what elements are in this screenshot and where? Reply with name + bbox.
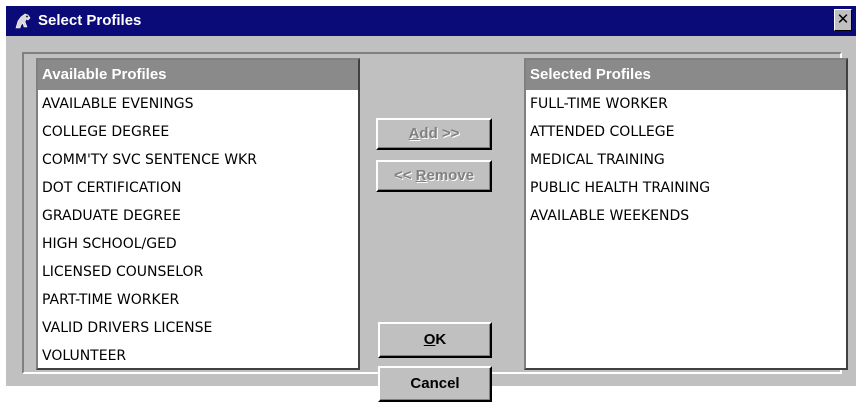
remove-mnemonic: R <box>415 167 427 184</box>
cancel-button[interactable]: Cancel <box>378 366 492 402</box>
list-item[interactable]: ATTENDED COLLEGE <box>526 118 846 146</box>
list-item[interactable]: FULL-TIME WORKER <box>526 90 846 118</box>
horse-app-icon <box>13 11 33 31</box>
list-item[interactable]: PUBLIC HEALTH TRAINING <box>526 174 846 202</box>
ok-label: K <box>435 331 447 348</box>
list-item[interactable]: COMM'TY SVC SENTENCE WKR <box>38 146 358 174</box>
select-profiles-dialog: Select Profiles ✕ Available Profiles AVA… <box>0 0 856 402</box>
ok-button[interactable]: OK <box>378 322 492 358</box>
available-profiles-header: Available Profiles <box>38 60 358 90</box>
dialog-client-area: Available Profiles AVAILABLE EVENINGS CO… <box>6 36 856 402</box>
list-item[interactable]: HIGH SCHOOL/GED <box>38 230 358 258</box>
list-item[interactable]: AVAILABLE WEEKENDS <box>526 202 846 230</box>
selected-profiles-header: Selected Profiles <box>526 60 846 90</box>
list-item[interactable]: VALID DRIVERS LICENSE <box>38 314 358 342</box>
remove-prefix: << <box>393 167 416 184</box>
list-item[interactable]: MEDICAL TRAINING <box>526 146 846 174</box>
list-item[interactable]: GRADUATE DEGREE <box>38 202 358 230</box>
ok-mnemonic: O <box>423 331 436 348</box>
window-title: Select Profiles <box>38 12 142 29</box>
list-item[interactable]: PART-TIME WORKER <box>38 286 358 314</box>
add-label: dd >> <box>419 125 460 142</box>
profiles-panel: Available Profiles AVAILABLE EVENINGS CO… <box>22 52 848 402</box>
list-item[interactable]: AVAILABLE EVENINGS <box>38 90 358 118</box>
close-icon: ✕ <box>836 10 850 28</box>
add-button[interactable]: Add >> <box>376 118 492 150</box>
add-mnemonic: A <box>408 125 420 142</box>
close-button[interactable]: ✕ <box>834 9 852 31</box>
selected-profiles-list[interactable]: Selected Profiles FULL-TIME WORKER ATTEN… <box>524 58 848 370</box>
list-item[interactable]: COLLEGE DEGREE <box>38 118 358 146</box>
cancel-label: Cancel <box>410 375 460 392</box>
available-profiles-list[interactable]: Available Profiles AVAILABLE EVENINGS CO… <box>36 58 360 370</box>
list-item[interactable]: LICENSED COUNSELOR <box>38 258 358 286</box>
list-item[interactable]: DOT CERTIFICATION <box>38 174 358 202</box>
remove-label: emove <box>426 167 475 184</box>
remove-button[interactable]: << Remove <box>376 160 492 192</box>
list-item[interactable]: VOLUNTEER <box>38 342 358 368</box>
title-bar[interactable]: Select Profiles ✕ <box>6 6 856 36</box>
